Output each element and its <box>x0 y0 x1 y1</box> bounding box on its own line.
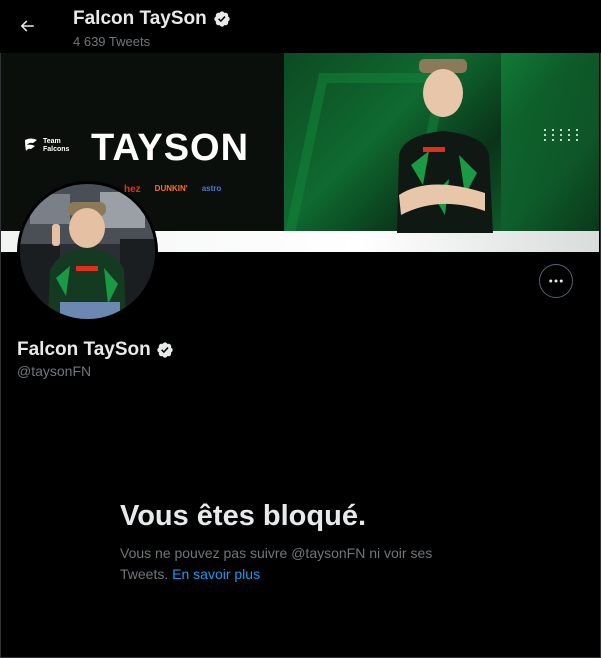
back-button[interactable] <box>13 12 41 40</box>
profile-display-name: Falcon TaySon <box>17 339 174 361</box>
sponsor-logo: astro <box>201 184 222 193</box>
banner-decor-shape <box>501 53 599 233</box>
avatar-photo <box>20 184 155 319</box>
player-photo <box>397 59 493 233</box>
banner-player-name: TAYSON <box>91 127 250 169</box>
blocked-message-text: Vous ne pouvez pas suivre @taysonFN ni v… <box>120 545 433 582</box>
profile-avatar[interactable] <box>17 181 158 322</box>
falcon-logo-icon <box>25 138 37 151</box>
sponsor-logo: DUNKIN' <box>154 184 188 193</box>
tweet-count: 4 639 Tweets <box>73 34 151 49</box>
arrow-left-icon <box>20 20 34 32</box>
profile-header: Falcon TaySon 4 639 Tweets <box>0 0 601 53</box>
blocked-message: Vous ne pouvez pas suivre @taysonFN ni v… <box>120 543 465 585</box>
more-horizontal-icon <box>549 279 563 283</box>
verified-badge-icon <box>157 342 173 358</box>
learn-more-link[interactable]: En savoir plus <box>172 566 260 582</box>
display-name-text: Falcon TaySon <box>17 339 151 360</box>
team-falcons-logo: Team Falcons <box>23 137 69 155</box>
more-options-button[interactable] <box>539 264 573 298</box>
header-title: Falcon TaySon <box>73 8 231 30</box>
banner-dots-decoration <box>544 129 581 141</box>
sponsor-logos: hez DUNKIN' astro <box>124 184 221 195</box>
blocked-title: Vous êtes bloqué. <box>120 500 367 532</box>
header-title-text: Falcon TaySon <box>73 8 207 29</box>
profile-handle: @taysonFN <box>17 363 92 379</box>
verified-badge-icon <box>214 11 230 27</box>
team-logo-line: Team <box>43 138 61 145</box>
team-logo-line: Falcons <box>43 146 70 153</box>
